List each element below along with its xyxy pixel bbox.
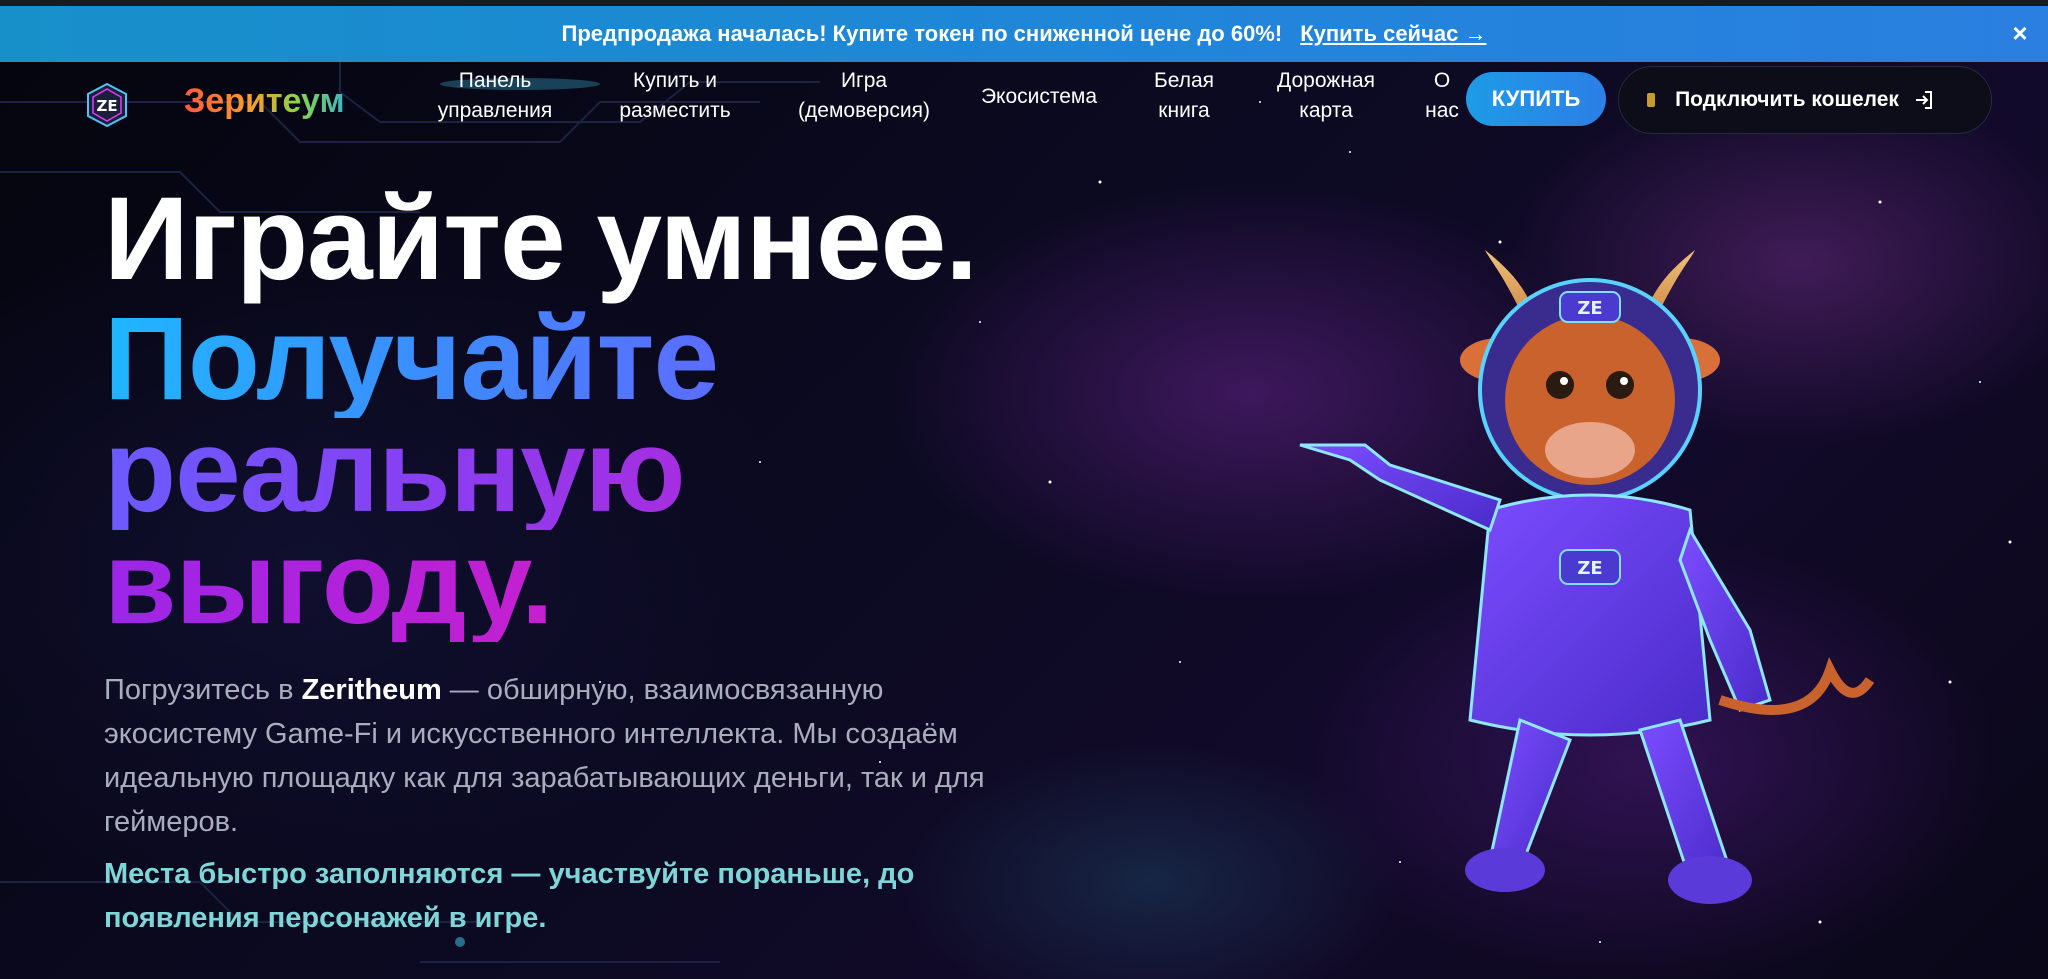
buy-button[interactable]: КУПИТЬ	[1466, 72, 1606, 126]
wallet-coin-icon	[1647, 93, 1655, 107]
zeritheum-logo-icon[interactable]: ZE	[84, 82, 130, 128]
headline-line-1: Играйте умнее.	[104, 173, 978, 305]
headline-line-2: Получайте	[104, 293, 719, 425]
nav-ecosystem[interactable]: Экосистема	[968, 82, 1110, 112]
connect-wallet-button[interactable]: Подключить кошелек	[1618, 66, 1992, 134]
nav-label: Игра	[840, 69, 888, 92]
connect-wallet-label: Подключить кошелек	[1675, 88, 1899, 111]
nav-label: Экосистема	[980, 85, 1098, 108]
nav-label: карта	[1299, 99, 1353, 122]
nav-label: Панель	[458, 69, 532, 92]
nav-roadmap[interactable]: Дорожная карта	[1262, 66, 1390, 126]
nav-label: нас	[1425, 99, 1459, 122]
nav-label: Белая	[1153, 69, 1215, 92]
close-icon[interactable]: ×	[2006, 19, 2034, 47]
chest-badge: ZE	[1577, 558, 1602, 579]
nav-dashboard[interactable]: Панель управления	[430, 66, 560, 126]
nav-label: книга	[1158, 99, 1210, 122]
nav-label: разместить	[619, 99, 731, 122]
promo-text: Предпродажа началась! Купите токен по сн…	[561, 21, 1283, 46]
nav-buy-stake[interactable]: Купить и разместить	[608, 66, 742, 126]
promo-banner: Предпродажа началась! Купите токен по сн…	[0, 6, 2048, 62]
brand-name[interactable]: Зеритеум	[184, 82, 345, 121]
hero-cta-text: Места быстро заполняются — участвуйте по…	[104, 858, 915, 934]
headline-line-3: реальную	[104, 405, 686, 537]
nav-label: О	[1433, 69, 1451, 92]
hero-description: Погрузитесь в Zeritheum — обширную, взаи…	[104, 668, 1004, 844]
login-arrow-icon	[1915, 91, 1932, 109]
desc-brand: Zeritheum	[301, 674, 442, 706]
desc-prefix: Погрузитесь в	[104, 674, 302, 706]
headline-line-4: выгоду.	[104, 517, 554, 649]
nav-about[interactable]: О нас	[1420, 66, 1464, 126]
nav-game-demo[interactable]: Игра (демоверсия)	[782, 66, 946, 126]
svg-text:ZE: ZE	[96, 97, 117, 115]
helmet-badge: ZE	[1577, 298, 1602, 319]
nav-label: Дорожная	[1277, 69, 1375, 92]
nav-label: управления	[437, 99, 553, 122]
nav-label: (демоверсия)	[798, 99, 930, 122]
buy-now-link[interactable]: Купить сейчас →	[1300, 21, 1486, 47]
astronaut-bull-mascot-image: ZE ZE	[1299, 250, 1875, 904]
nav-whitepaper[interactable]: Белая книга	[1142, 66, 1226, 126]
nav-label: Купить и	[633, 69, 717, 92]
